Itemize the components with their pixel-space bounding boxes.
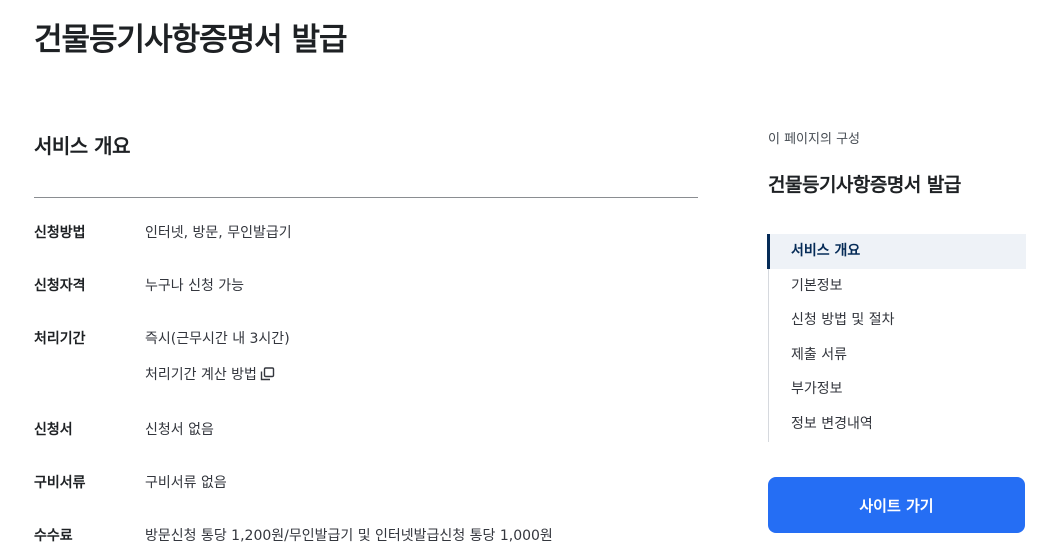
info-label: 신청서 [34,422,73,438]
info-label: 신청자격 [34,278,86,294]
toc-caption: 이 페이지의 구성 [768,132,860,147]
toc-item-submission-documents[interactable]: 제출 서류 [769,338,1026,373]
toc-item-basic-info[interactable]: 기본정보 [769,269,1026,304]
info-value: 인터넷, 방문, 무인발급기 [145,225,292,241]
info-label: 수수료 [34,528,73,544]
toc-item-service-overview[interactable]: 서비스 개요 [767,234,1026,269]
toc-title: 건물등기사항증명서 발급 [768,174,961,196]
section-title: 서비스 개요 [34,134,130,158]
info-value: 방문신청 통당 1,200원/무인발급기 및 인터넷발급신청 통당 1,000원 [145,528,553,544]
go-to-site-button[interactable]: 사이트 가기 [768,477,1025,533]
toc-list: 서비스 개요 기본정보 신청 방법 및 절차 제출 서류 부가정보 정보 변경내… [767,234,1026,442]
section-divider [34,197,698,198]
info-label: 신청방법 [34,225,86,241]
processing-period-calc-label: 처리기간 계산 방법 [145,367,257,383]
copy-icon [260,367,275,381]
info-label: 처리기간 [34,331,86,347]
info-value: 신청서 없음 [145,422,214,438]
info-value: 누구나 신청 가능 [145,278,245,294]
info-value: 즉시(근무시간 내 3시간) [145,331,290,347]
toc-item-change-history[interactable]: 정보 변경내역 [769,407,1026,442]
page-title: 건물등기사항증명서 발급 [34,22,348,58]
toc-item-additional-info[interactable]: 부가정보 [769,372,1026,407]
info-label: 구비서류 [34,475,86,491]
toc-item-application-procedure[interactable]: 신청 방법 및 절차 [769,303,1026,338]
service-overview-section: 서비스 개요 신청방법 인터넷, 방문, 무인발급기 신청자격 누구나 신청 가… [34,130,698,544]
info-value: 구비서류 없음 [145,475,227,491]
page-toc-panel: 이 페이지의 구성 건물등기사항증명서 발급 서비스 개요 기본정보 신청 방법… [767,130,1026,533]
processing-period-calc-link[interactable]: 처리기간 계산 방법 [145,365,275,385]
